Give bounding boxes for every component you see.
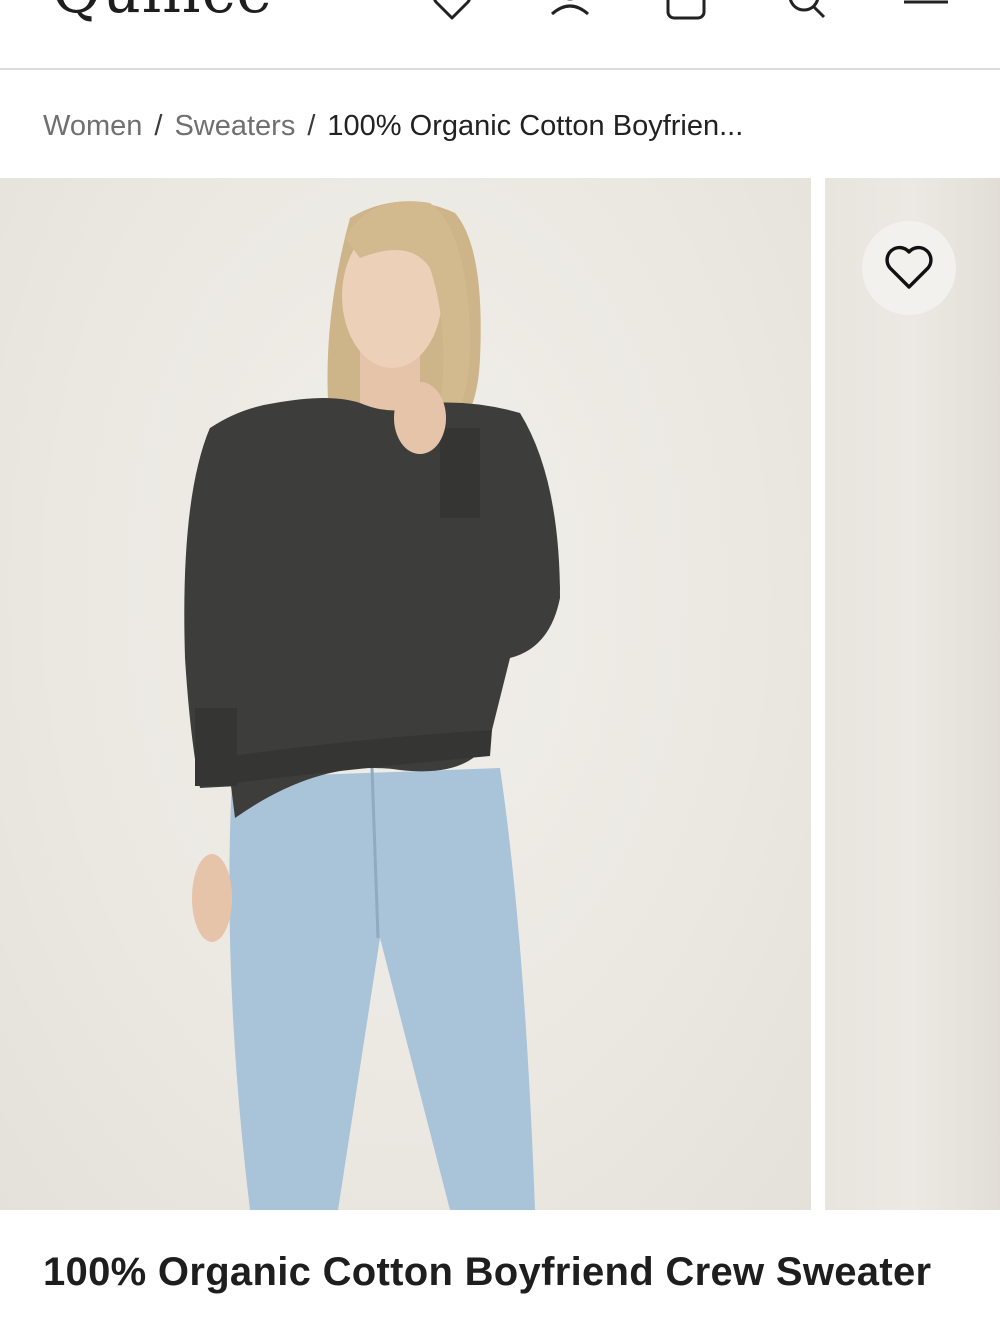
breadcrumb-separator: / <box>307 110 316 142</box>
menu-icon[interactable] <box>904 0 948 24</box>
breadcrumb-link-women[interactable]: Women <box>43 106 142 146</box>
breadcrumb-current: 100% Organic Cotton Boyfrien... <box>327 110 744 142</box>
heart-icon <box>885 245 933 289</box>
breadcrumb: Women / Sweaters / 100% Organic Cotton B… <box>43 106 743 146</box>
model-illustration <box>184 201 560 1210</box>
bag-icon[interactable] <box>664 0 708 24</box>
product-title: 100% Organic Cotton Boyfriend Crew Sweat… <box>43 1250 932 1294</box>
product-photo-next[interactable] <box>825 178 1000 1210</box>
quince-logo[interactable]: Quince <box>52 0 273 22</box>
jeans <box>229 768 536 1210</box>
wishlist-heart-icon[interactable] <box>430 0 474 24</box>
site-header: Quince <box>0 0 1000 70</box>
search-icon[interactable] <box>784 0 828 24</box>
product-image-carousel[interactable] <box>0 178 1000 1210</box>
product-photo-main[interactable] <box>0 178 811 1210</box>
breadcrumb-separator: / <box>154 110 163 142</box>
account-icon[interactable] <box>548 0 592 24</box>
breadcrumb-link-sweaters[interactable]: Sweaters <box>174 106 295 146</box>
favorite-button[interactable] <box>862 221 956 315</box>
